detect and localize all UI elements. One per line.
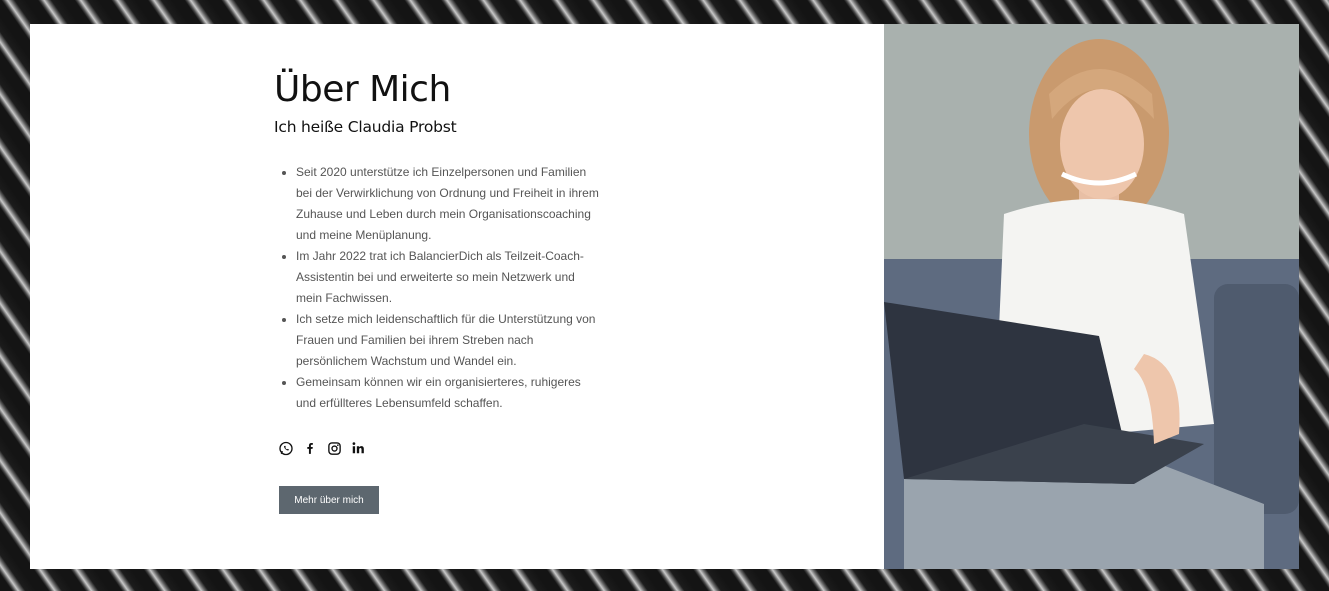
subtitle: Ich heiße Claudia Probst	[274, 118, 457, 136]
list-item: Ich setze mich leidenschaftlich für die …	[296, 309, 604, 372]
portrait-photo	[884, 24, 1299, 569]
bullet-list: Seit 2020 unterstütze ich Einzelpersonen…	[274, 162, 604, 414]
page-title: Über Mich	[274, 69, 451, 110]
about-content: Über Mich Ich heiße Claudia Probst Seit …	[274, 68, 604, 456]
instagram-icon[interactable]	[326, 440, 342, 456]
social-links	[274, 440, 604, 456]
list-item: Gemeinsam können wir ein organisierteres…	[296, 372, 604, 414]
list-item: Seit 2020 unterstütze ich Einzelpersonen…	[296, 162, 604, 246]
whatsapp-icon[interactable]	[278, 440, 294, 456]
about-card: Über Mich Ich heiße Claudia Probst Seit …	[30, 24, 884, 569]
more-about-me-button[interactable]: Mehr über mich	[279, 486, 379, 514]
linkedin-icon[interactable]	[350, 440, 366, 456]
facebook-icon[interactable]	[302, 440, 318, 456]
list-item: Im Jahr 2022 trat ich BalancierDich als …	[296, 246, 604, 309]
